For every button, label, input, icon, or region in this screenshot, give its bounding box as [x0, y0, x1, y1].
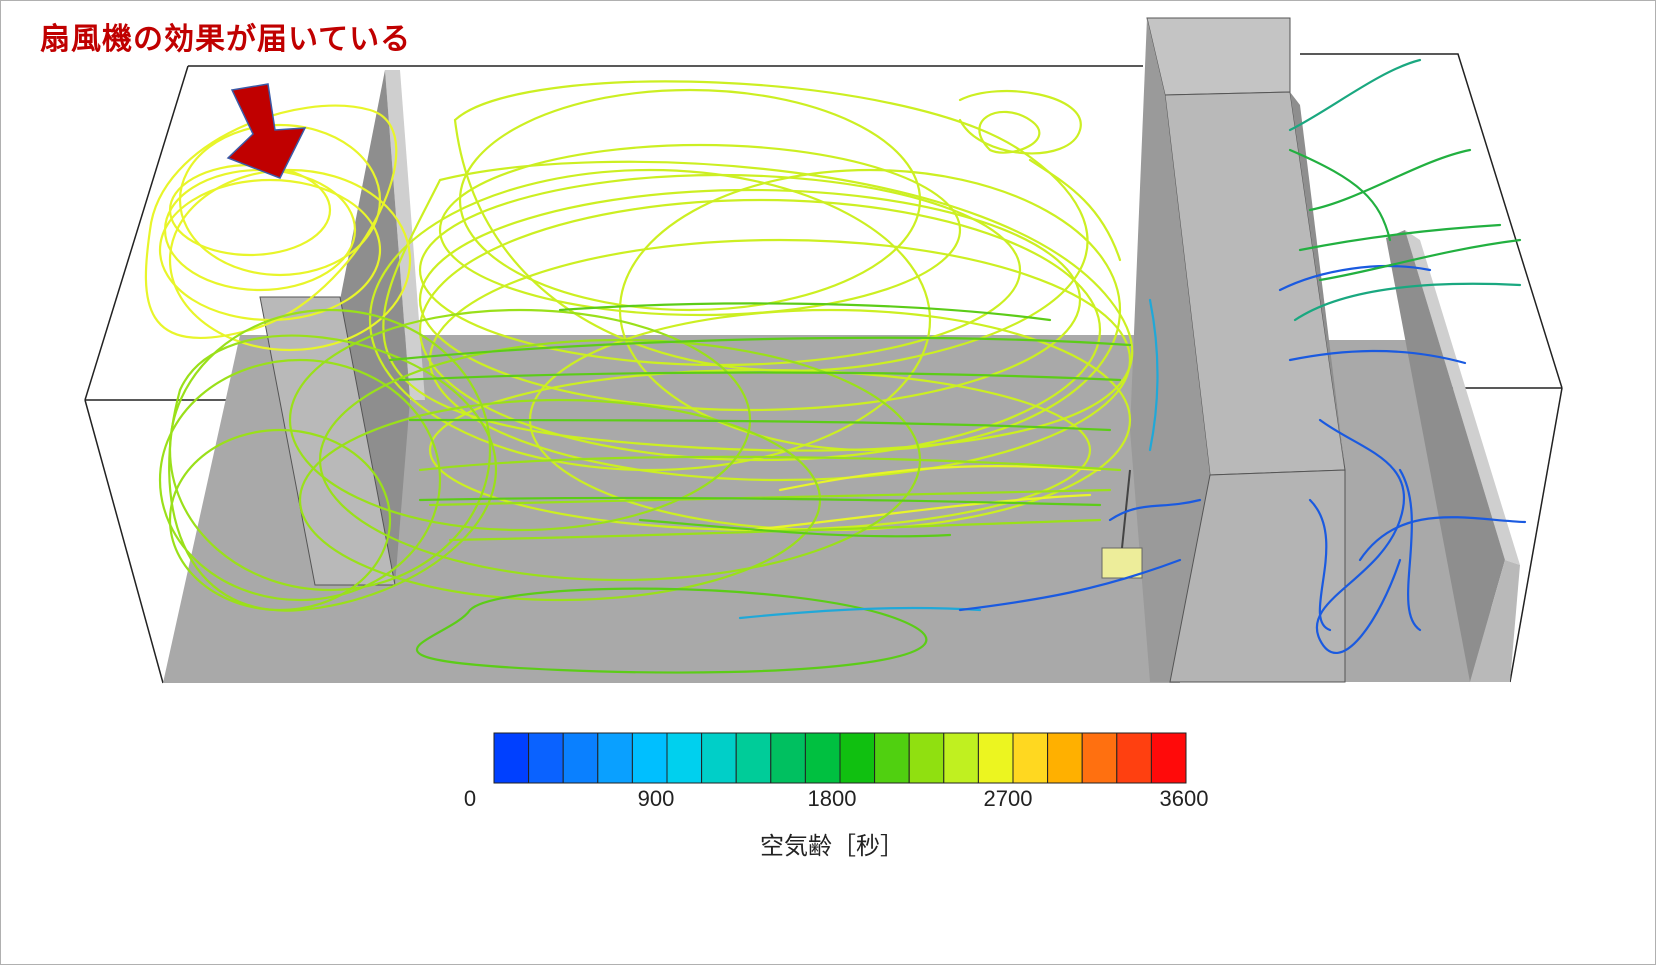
legend-swatch: [528, 732, 564, 784]
legend-swatch: [1116, 732, 1152, 784]
legend-swatch: [562, 732, 599, 784]
legend-swatch: [908, 732, 945, 784]
color-legend-bar: [493, 732, 1187, 784]
legend-tick-2700: 2700: [983, 786, 1033, 811]
legend-tick-0: 0: [463, 786, 477, 811]
airflow-scene: [84, 17, 1563, 784]
legend-swatch: [1012, 732, 1049, 784]
legend-swatch: [597, 732, 633, 784]
legend-title: 空気齢［秒］: [760, 832, 904, 860]
legend-swatch: [701, 732, 737, 784]
legend-tick-3600: 3600: [1159, 786, 1209, 811]
legend-swatch: [631, 732, 668, 784]
legend-tick-900: 900: [637, 786, 675, 811]
legend-swatch: [493, 732, 530, 784]
legend-swatch: [874, 732, 910, 784]
legend-swatch: [1047, 732, 1083, 784]
legend-tick-1800: 1800: [807, 786, 857, 811]
legend-swatch: [666, 732, 703, 784]
legend-swatch: [770, 732, 806, 784]
legend-swatch: [735, 732, 772, 784]
legend-swatch: [804, 732, 841, 784]
legend-swatch: [943, 732, 979, 784]
legend-swatch: [977, 732, 1014, 784]
legend-swatch: [839, 732, 876, 784]
legend-swatch: [1081, 732, 1118, 784]
legend-swatch: [1150, 732, 1187, 784]
